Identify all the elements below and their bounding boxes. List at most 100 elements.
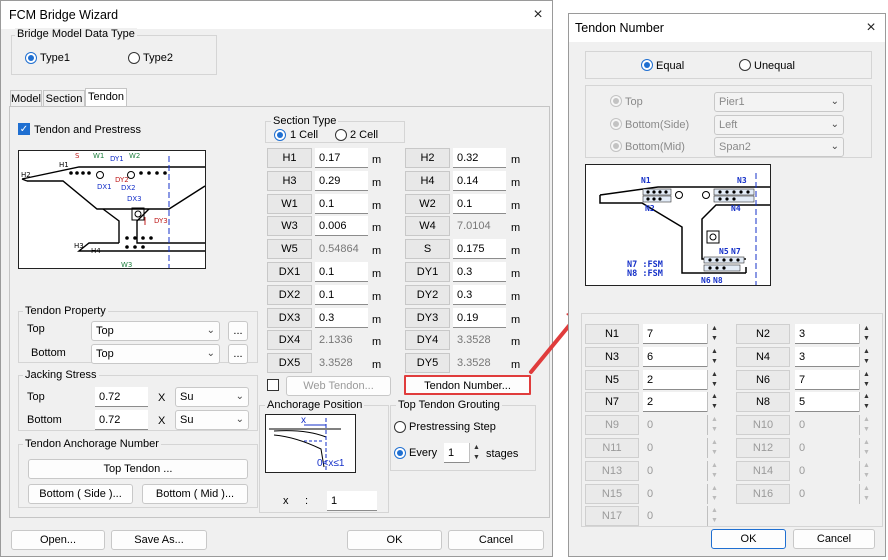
web-tendon-button[interactable]: Web Tendon... [286, 376, 391, 396]
param-input-w2[interactable]: 0.1 [453, 193, 506, 214]
top-tendon-button[interactable]: Top Tendon ... [28, 459, 248, 479]
type1-radio[interactable] [25, 52, 37, 65]
position-select-top[interactable]: Pier1 ⌄ [714, 92, 844, 112]
tendon-number-cancel-button[interactable]: Cancel [793, 529, 875, 549]
position-radio-bottom-side[interactable] [610, 117, 622, 130]
param-label-dx2: DX2 [267, 284, 312, 305]
param-input-dx2[interactable]: 0.1 [315, 284, 368, 305]
chevron-down-icon[interactable]: ▼ [470, 453, 483, 463]
tab-tendon[interactable]: Tendon [85, 88, 127, 107]
open-button[interactable]: Open... [11, 530, 105, 550]
tendon-number-window: Tendon Number × Equal Unequal Top Pier1 ⌄ B… [568, 13, 886, 557]
field-stepper-n6[interactable]: ▲ ▼ [859, 369, 873, 390]
field-stepper-n1[interactable]: ▲ ▼ [707, 324, 721, 344]
param-input-dy3[interactable]: 0.19 [453, 307, 506, 328]
chevron-down-icon[interactable]: ▼ [708, 402, 721, 412]
tendon-and-prestress-checkbox[interactable]: ✓ [18, 123, 30, 135]
bottom-side-button[interactable]: Bottom ( Side )... [28, 484, 133, 504]
param-input-w1[interactable]: 0.1 [315, 193, 368, 214]
chevron-up-icon[interactable]: ▲ [860, 347, 873, 357]
chevron-down-icon[interactable]: ▼ [708, 380, 721, 390]
field-stepper-n5[interactable]: ▲ ▼ [707, 369, 721, 390]
chevron-down-icon[interactable]: ▼ [860, 380, 873, 390]
chevron-up-icon[interactable]: ▲ [708, 324, 721, 334]
field-input-n8[interactable]: 5 [795, 392, 859, 413]
chevron-down-icon[interactable]: ▼ [708, 357, 721, 367]
bottom-mid-button[interactable]: Bottom ( Mid )... [142, 484, 248, 504]
tendon-property-top-select[interactable]: Top ⌄ [91, 321, 220, 341]
chevron-up-icon[interactable]: ▲ [708, 392, 721, 402]
param-input-s[interactable]: 0.175 [453, 239, 506, 260]
position-radio-bottom-mid[interactable] [610, 140, 622, 153]
field-stepper-n3[interactable]: ▲ ▼ [707, 346, 721, 367]
every-radio[interactable] [394, 447, 406, 460]
field-input-n2[interactable]: 3 [795, 324, 859, 344]
jacking-stress-bottom-unit-select[interactable]: Su ⌄ [175, 410, 249, 430]
equal-radio[interactable] [641, 59, 653, 72]
field-stepper-n7[interactable]: ▲ ▼ [707, 392, 721, 413]
field-input-n7[interactable]: 2 [643, 392, 707, 413]
every-stages-input[interactable]: 1 [444, 443, 470, 463]
param-input-h2[interactable]: 0.32 [453, 148, 506, 168]
field-stepper-n4[interactable]: ▲ ▼ [859, 346, 873, 367]
chevron-up-icon[interactable]: ▲ [470, 443, 483, 453]
prestressing-step-radio[interactable] [394, 421, 406, 434]
field-input-n3[interactable]: 6 [643, 346, 707, 367]
chevron-up-icon[interactable]: ▲ [860, 392, 873, 402]
chevron-up-icon[interactable]: ▲ [708, 370, 721, 380]
jacking-stress-top-input[interactable]: 0.72 [95, 387, 148, 407]
chevron-down-icon[interactable]: ▼ [860, 334, 873, 344]
field-input-n6[interactable]: 7 [795, 369, 859, 390]
chevron-down-icon[interactable]: ▼ [860, 402, 873, 412]
jacking-stress-bottom-label: Bottom [27, 414, 62, 426]
param-input-h4[interactable]: 0.14 [453, 170, 506, 191]
param-input-dx3[interactable]: 0.3 [315, 307, 368, 328]
param-input-h1[interactable]: 0.17 [315, 148, 368, 168]
save-as-button[interactable]: Save As... [111, 530, 207, 550]
jacking-stress-bottom-input[interactable]: 0.72 [95, 410, 148, 430]
field-input-n5[interactable]: 2 [643, 369, 707, 390]
ok-button[interactable]: OK [347, 530, 442, 550]
tendon-number-ok-button[interactable]: OK [711, 529, 786, 549]
field-stepper-n2[interactable]: ▲ ▼ [859, 324, 873, 344]
anchorage-x-input[interactable]: 1 [327, 491, 377, 511]
param-unit-h3: m [372, 176, 382, 189]
tab-section[interactable]: Section [43, 90, 85, 107]
param-input-w3[interactable]: 0.006 [315, 216, 368, 237]
two-cell-radio[interactable] [335, 129, 347, 142]
position-select-bottom-mid[interactable]: Span2 ⌄ [714, 137, 844, 157]
tendon-property-bottom-select[interactable]: Top ⌄ [91, 344, 220, 364]
param-input-dy2[interactable]: 0.3 [453, 284, 506, 305]
close-icon[interactable]: × [527, 5, 549, 25]
field-stepper-n8[interactable]: ▲ ▼ [859, 392, 873, 413]
field-label-n9: N9 [585, 415, 639, 436]
field-input-n4[interactable]: 3 [795, 346, 859, 367]
tendon-property-bottom-browse-button[interactable]: ... [228, 344, 248, 364]
close-icon[interactable]: × [860, 18, 882, 38]
position-radio-top[interactable] [610, 95, 622, 108]
chevron-up-icon[interactable]: ▲ [860, 370, 873, 380]
tendon-property-top-browse-button[interactable]: ... [228, 321, 248, 341]
cancel-button[interactable]: Cancel [448, 530, 544, 550]
chevron-up-icon[interactable]: ▲ [860, 324, 873, 334]
tendon-number-button[interactable]: Tendon Number... [404, 375, 531, 395]
one-cell-radio[interactable] [274, 129, 286, 142]
field-input-n1[interactable]: 7 [643, 324, 707, 344]
param-input-h3[interactable]: 0.29 [315, 170, 368, 191]
chevron-down-icon[interactable]: ▼ [708, 334, 721, 344]
jacking-stress-top-unit-select[interactable]: Su ⌄ [175, 387, 249, 407]
top-tendon-grouting-label: Top Tendon Grouting [396, 399, 502, 411]
every-stages-stepper[interactable]: ▲ ▼ [469, 443, 483, 463]
chevron-down-icon: ▼ [711, 471, 718, 479]
web-tendon-checkbox[interactable] [267, 379, 279, 391]
chevron-down-icon[interactable]: ▼ [860, 357, 873, 367]
param-input-dx1[interactable]: 0.1 [315, 262, 368, 282]
chevron-up-icon[interactable]: ▲ [708, 347, 721, 357]
type2-radio[interactable] [128, 52, 140, 65]
param-input-dy1[interactable]: 0.3 [453, 262, 506, 282]
field-stepper-n10: ▲ ▼ [859, 415, 873, 436]
tab-model[interactable]: Model [10, 90, 42, 107]
unequal-radio[interactable] [739, 59, 751, 72]
param-label-w1: W1 [267, 193, 312, 214]
position-select-bottom-side[interactable]: Left ⌄ [714, 114, 844, 135]
